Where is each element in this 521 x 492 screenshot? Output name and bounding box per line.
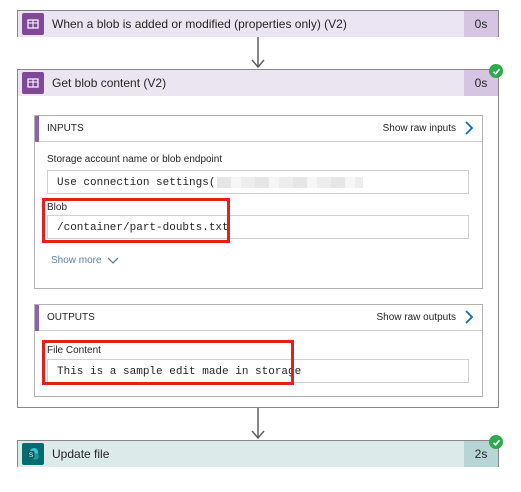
inputs-header: INPUTS Show raw inputs <box>35 116 482 142</box>
trigger-title: When a blob is added or modified (proper… <box>52 17 347 31</box>
action-title: Get blob content (V2) <box>52 76 167 90</box>
show-more-link[interactable]: Show more <box>51 255 119 266</box>
show-more-label: Show more <box>51 255 102 266</box>
update-file-card[interactable]: S Update file 2s <box>17 440 499 467</box>
sharepoint-icon: S <box>22 443 44 465</box>
trigger-card[interactable]: When a blob is added or modified (proper… <box>17 10 499 37</box>
inputs-section: INPUTS Show raw inputs Storage account n… <box>34 115 483 289</box>
success-check-icon <box>489 435 503 449</box>
svg-text:S: S <box>29 452 34 459</box>
highlight-box <box>42 198 230 243</box>
trigger-duration: 0s <box>464 11 498 37</box>
update-file-header[interactable]: S Update file <box>18 441 498 467</box>
action-header[interactable]: Get blob content (V2) <box>18 70 498 96</box>
section-accent <box>35 305 39 331</box>
section-accent <box>35 116 39 142</box>
chevron-right-icon[interactable] <box>464 121 474 135</box>
outputs-section: OUTPUTS Show raw outputs File Content Th… <box>34 304 483 397</box>
show-raw-outputs-link[interactable]: Show raw outputs <box>377 312 457 323</box>
storage-account-field: Use connection settings( <box>47 170 469 194</box>
action-card: Get blob content (V2) 0s INPUTS Show raw… <box>17 69 499 408</box>
chevron-down-icon <box>107 257 119 264</box>
show-raw-inputs-link[interactable]: Show raw inputs <box>383 123 456 134</box>
inputs-heading: INPUTS <box>47 123 84 134</box>
success-check-icon <box>489 64 503 78</box>
flow-arrow-icon <box>251 37 265 69</box>
trigger-header[interactable]: When a blob is added or modified (proper… <box>18 11 498 37</box>
redacted-text <box>217 176 364 188</box>
storage-account-value: Use connection settings( <box>57 177 216 189</box>
storage-account-label: Storage account name or blob endpoint <box>47 154 223 165</box>
chevron-right-icon[interactable] <box>464 310 474 324</box>
azure-storage-icon <box>22 13 44 35</box>
highlight-box <box>42 340 294 385</box>
flow-arrow-icon <box>251 408 265 440</box>
outputs-heading: OUTPUTS <box>47 312 95 323</box>
update-file-title: Update file <box>52 447 110 461</box>
azure-storage-icon <box>22 72 44 94</box>
outputs-header: OUTPUTS Show raw outputs <box>35 305 482 331</box>
